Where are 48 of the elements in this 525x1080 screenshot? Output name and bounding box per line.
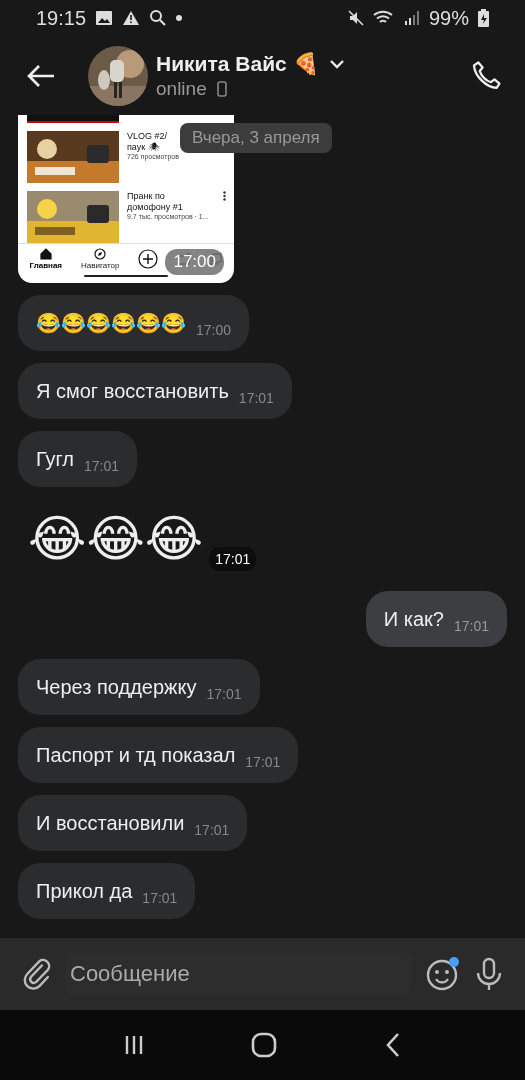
message-time: 17:01 — [209, 547, 257, 571]
message-time: 17:01 — [206, 686, 242, 702]
message-time: 17:01 — [245, 754, 281, 770]
search-icon — [149, 9, 168, 27]
message-text: Паспорт и тд показал — [36, 743, 236, 767]
signal-icon — [403, 10, 420, 26]
message-time: 17:01 — [84, 458, 120, 474]
plus-icon — [138, 249, 159, 270]
message-time: 17:01 — [142, 890, 178, 906]
warning-icon — [122, 10, 141, 26]
message-text: И как? — [383, 607, 444, 631]
image-icon — [95, 10, 114, 26]
battery-percent: 99% — [428, 6, 469, 30]
more-icon[interactable] — [223, 191, 226, 202]
message-text: Прикол да — [36, 879, 133, 903]
message-text: И восстановили — [36, 811, 185, 835]
home-icon — [39, 248, 52, 261]
app-tab[interactable]: Главная — [29, 248, 63, 271]
message-text: 😂😂😂😂😂😂 — [36, 311, 186, 335]
message-text: Через поддержку — [36, 675, 197, 699]
back-icon[interactable] — [26, 64, 56, 88]
app-tab[interactable] — [138, 249, 159, 270]
dot-icon — [176, 15, 183, 21]
microphone-icon[interactable] — [475, 956, 503, 992]
date-pill: Вчера, 3 апреля — [180, 123, 332, 153]
emoji-message: 😂😂😂 — [28, 510, 204, 568]
paperclip-icon[interactable] — [22, 957, 52, 991]
sticker-icon[interactable] — [425, 956, 461, 992]
message-time: 17:00 — [196, 322, 232, 338]
message-time: 17:01 — [453, 618, 489, 634]
message-field[interactable]: Сообщение — [0, 938, 525, 1010]
compass-icon — [94, 248, 107, 261]
online-status: online — [156, 78, 207, 100]
battery-icon — [478, 9, 489, 27]
clock-time: 19:15 — [36, 6, 87, 30]
mute-icon — [347, 10, 364, 26]
home-button-icon[interactable] — [250, 1031, 279, 1059]
contact-name[interactable]: Никита Вайс 🍕 — [156, 52, 319, 76]
message-text: Я смог восстановить — [36, 379, 229, 403]
video-title[interactable]: VLOG #2/ паук 🕷 — [127, 131, 168, 154]
message-time: 17:00 — [165, 249, 224, 275]
message-time: 17:01 — [238, 390, 274, 406]
app-tab[interactable]: Навигатор — [81, 248, 120, 271]
chevron-icon[interactable] — [328, 59, 345, 69]
message-text: Гугл — [36, 447, 75, 471]
phone-device-icon — [216, 81, 227, 97]
message-time: 17:01 — [194, 822, 230, 838]
video-title[interactable]: Пранк по домофону #1 — [127, 191, 183, 214]
